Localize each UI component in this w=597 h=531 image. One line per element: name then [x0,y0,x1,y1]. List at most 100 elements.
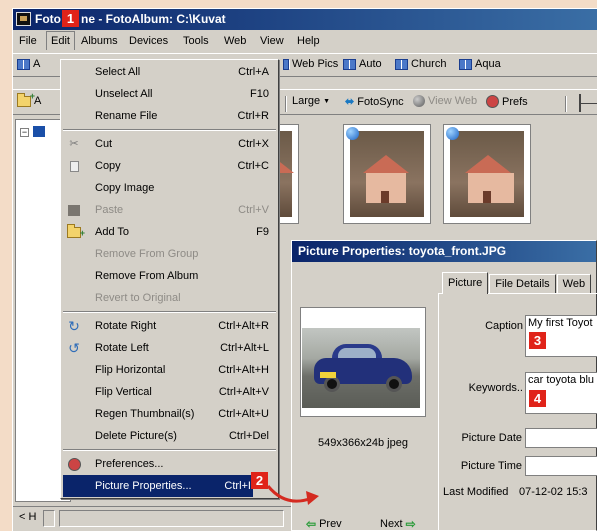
book-icon [283,58,290,70]
tab-picture[interactable]: Picture [442,272,489,294]
new-folder-icon: + [17,91,35,107]
web-badge-icon [346,127,359,140]
menu-item-regen-thumbnails[interactable]: Regen Thumbnail(s) Ctrl+Alt+U [63,403,276,425]
toolbar-handle-line [579,103,597,104]
menu-separator [63,129,276,131]
book-icon [395,58,408,70]
picture-date-field[interactable] [525,428,597,448]
menu-item-revert-to-original[interactable]: Revert to Original [63,287,276,309]
menu-item-unselect-all[interactable]: Unselect All F10 [63,83,276,105]
menubar: File Edit Albums Devices Tools Web View … [13,31,597,51]
picture-preview [300,307,426,417]
menu-item-copy[interactable]: Copy Ctrl+C [63,155,276,177]
prev-button[interactable]: ⇦ Prev [306,517,342,531]
image-info: 549x366x24b jpeg [318,437,408,449]
app-icon [16,12,31,26]
view-web-button[interactable]: View Web [413,95,477,107]
callout-3: 3 [529,332,546,349]
menu-item-preferences[interactable]: Preferences... [63,453,276,475]
prefs-icon [486,95,499,108]
thumbnail[interactable] [343,124,431,224]
edit-menu: Select All Ctrl+A Unselect All F10 Renam… [60,59,279,499]
menu-item-select-all[interactable]: Select All Ctrl+A [63,61,276,83]
last-modified-value: 07-12-02 15:3 [519,486,588,498]
web-badge-icon [446,127,459,140]
title-bar: Foto ne - FotoAlbum: C:\Kuvat [13,9,597,30]
fotosync-button[interactable]: ⬌ FotoSync [345,95,404,109]
status-label: < H [19,511,37,523]
prefs-button[interactable]: Prefs [486,95,528,108]
next-arrow-icon: ⇨ [405,517,416,531]
menu-item-remove-from-album[interactable]: Remove From Album [63,265,276,287]
menu-item-remove-from-group[interactable]: Remove From Group [63,243,276,265]
menu-file[interactable]: File [15,31,41,51]
window-title-part2: ne - FotoAlbum: C:\Kuvat [81,12,226,26]
menu-item-flip-horizontal[interactable]: Flip Horizontal Ctrl+Alt+H [63,359,276,381]
next-button[interactable]: Next ⇨ [380,517,416,531]
preferences-icon [65,456,83,472]
menu-devices[interactable]: Devices [125,31,172,51]
status-field [59,510,284,527]
rotate-left-icon: ↺ [68,340,80,356]
menu-item-rotate-right[interactable]: ↻ Rotate Right Ctrl+Alt+R [63,315,276,337]
menu-item-add-to[interactable]: + Add To F9 [63,221,276,243]
menu-tools[interactable]: Tools [179,31,213,51]
album-button-aqua[interactable]: Aqua [459,58,501,70]
menu-item-copy-image[interactable]: Copy Image [63,177,276,199]
album-button-web-pics[interactable]: Web Pics [283,58,338,70]
tab-web[interactable]: Web [556,274,592,294]
book-icon [17,58,30,70]
tree-root-folder-icon[interactable] [33,126,45,137]
tab-file-details[interactable]: File Details [489,274,556,294]
last-modified-label: Last Modified [443,486,509,498]
book-icon [459,58,472,70]
callout-4: 4 [529,390,546,407]
toolbar-separator [565,96,567,112]
album-button-first[interactable]: A [17,58,40,70]
dialog-tabs: Picture File Details Web [442,272,592,294]
toolbar-separator [285,96,287,112]
picture-time-label: Picture Time [460,460,522,472]
book-icon [343,58,356,70]
tree-collapse-icon[interactable]: − [20,128,29,137]
thumbnail[interactable] [443,124,531,224]
album-button-church[interactable]: Church [395,58,446,70]
menu-separator [63,449,276,451]
picture-date-label: Picture Date [461,432,522,444]
dropdown-arrow-icon: ▼ [323,97,331,105]
add-folder-icon: + [65,223,85,240]
rotate-right-icon: ↻ [68,318,80,334]
menu-separator [63,311,276,313]
scissors-icon: ✂ [69,138,79,150]
caption-label: Caption [485,320,523,332]
menu-view[interactable]: View [256,31,288,51]
add-button[interactable]: + A [17,91,41,107]
globe-icon [413,95,425,107]
keywords-label: Keywords.. [468,382,523,394]
thumbnail-strip [248,119,597,231]
album-button-auto[interactable]: Auto [343,58,382,70]
menu-item-rename-file[interactable]: Rename File Ctrl+R [63,105,276,127]
menu-item-cut[interactable]: ✂ Cut Ctrl+X [63,133,276,155]
status-field [43,510,55,527]
menu-item-rotate-left[interactable]: ↺ Rotate Left Ctrl+Alt+L [63,337,276,359]
copy-icon [65,158,83,174]
car-photo [302,328,420,408]
window-title-part1: Foto [35,12,61,26]
callout-1: 1 [62,10,79,27]
menu-item-picture-properties[interactable]: Picture Properties... Ctrl+I [63,475,253,497]
menu-albums[interactable]: Albums [77,31,122,51]
menu-item-flip-vertical[interactable]: Flip Vertical Ctrl+Alt+V [63,381,276,403]
menu-edit[interactable]: Edit [46,31,75,50]
paste-icon [65,202,83,218]
prev-arrow-icon: ⇦ [306,517,317,531]
menu-item-delete-pictures[interactable]: Delete Picture(s) Ctrl+Del [63,425,276,447]
menu-item-paste[interactable]: Paste Ctrl+V [63,199,276,221]
menu-web[interactable]: Web [220,31,250,51]
menu-help[interactable]: Help [293,31,324,51]
sync-arrows-icon: ⬌ [345,96,355,108]
large-dropdown[interactable]: Large ▼ [292,95,330,107]
picture-properties-dialog: Picture Properties: toyota_front.JPG 549… [291,240,597,531]
dialog-title: Picture Properties: toyota_front.JPG [292,241,596,262]
picture-time-field[interactable] [525,456,597,476]
